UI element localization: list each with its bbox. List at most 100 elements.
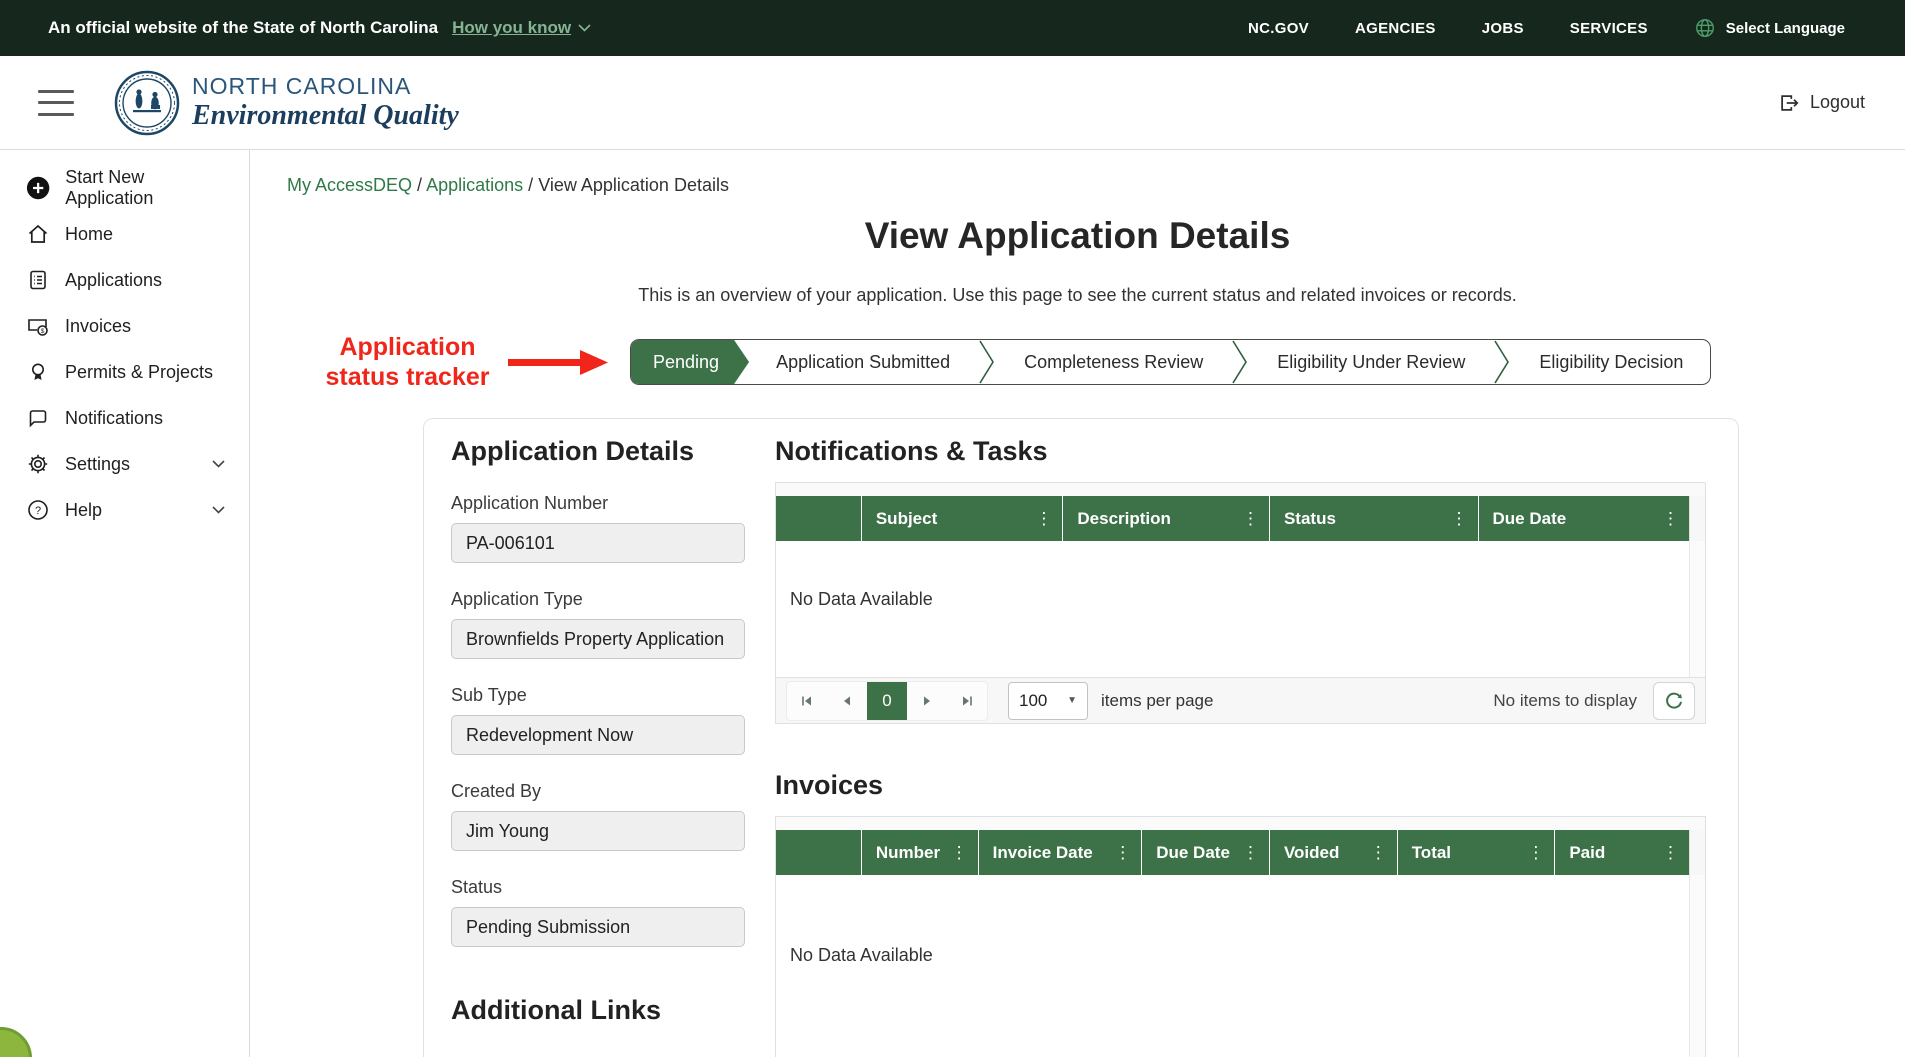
brand-line2: Environmental Quality: [192, 100, 459, 132]
application-type-field[interactable]: Brownfields Property Application: [451, 619, 745, 659]
scrollbar-track[interactable]: [1689, 875, 1705, 1057]
items-per-page-label: items per page: [1101, 691, 1213, 711]
column-header-paid[interactable]: Paid⋮: [1554, 830, 1689, 875]
column-label: Description: [1077, 509, 1171, 529]
column-label: Number: [876, 843, 940, 863]
applications-list-icon: [26, 268, 50, 292]
breadcrumb-applications[interactable]: Applications: [426, 175, 523, 195]
column-header-voided[interactable]: Voided⋮: [1269, 830, 1397, 875]
sidebar-item-applications[interactable]: Applications: [0, 257, 249, 303]
application-details-heading: Application Details: [451, 436, 745, 467]
menu-hamburger-icon[interactable]: [38, 90, 74, 116]
logout-icon: [1778, 92, 1800, 114]
nav-ncgov[interactable]: NC.GOV: [1248, 20, 1309, 37]
sidebar-item-help[interactable]: ? Help: [0, 487, 249, 533]
sidebar-item-label: Permits & Projects: [65, 362, 213, 383]
globe-icon: [1694, 17, 1716, 39]
sidebar-item-label: Settings: [65, 454, 197, 475]
next-page-button[interactable]: [907, 682, 947, 720]
chevron-separator-icon: [977, 340, 997, 384]
column-header-due-date[interactable]: Due Date⋮: [1141, 830, 1269, 875]
previous-page-button[interactable]: [827, 682, 867, 720]
invoices-grid-body: No Data Available: [776, 875, 1705, 1057]
grid-header-strip: [776, 817, 1705, 830]
first-page-button[interactable]: [787, 682, 827, 720]
utility-bar: An official website of the State of Nort…: [0, 0, 1905, 56]
select-language-button[interactable]: Select Language: [1694, 17, 1845, 39]
scrollbar-track[interactable]: [1689, 541, 1705, 677]
tracker-step-eligibility-decision: Eligibility Decision: [1512, 340, 1710, 384]
column-menu-icon[interactable]: ⋮: [1035, 510, 1052, 527]
award-ribbon-icon: [26, 360, 50, 384]
column-header-due-date[interactable]: Due Date⋮: [1478, 496, 1690, 541]
plus-circle-icon: [26, 175, 50, 201]
column-menu-icon[interactable]: ⋮: [1662, 510, 1679, 527]
created-by-field[interactable]: Jim Young: [451, 811, 745, 851]
sidebar-item-label: Invoices: [65, 316, 131, 337]
column-menu-icon[interactable]: ⋮: [1451, 510, 1468, 527]
column-header-status[interactable]: Status⋮: [1269, 496, 1478, 541]
utility-nav: NC.GOV AGENCIES JOBS SERVICES Select Lan…: [1248, 17, 1845, 39]
pager-status-text: No items to display: [1493, 691, 1637, 711]
sidebar-item-home[interactable]: Home: [0, 211, 249, 257]
column-menu-icon[interactable]: ⋮: [1114, 844, 1131, 861]
brand-logo[interactable]: NORTH CAROLINA Environmental Quality: [114, 70, 459, 136]
column-menu-icon[interactable]: ⋮: [951, 844, 968, 861]
sidebar-item-start-new-application[interactable]: Start New Application: [0, 165, 249, 211]
column-header-number[interactable]: Number ⋮: [861, 830, 978, 875]
page-size-dropdown[interactable]: 100 ▼: [1008, 682, 1088, 720]
sidebar-item-label: Help: [65, 500, 197, 521]
chevron-down-icon[interactable]: [212, 460, 225, 468]
column-menu-icon[interactable]: ⋮: [1370, 844, 1387, 861]
refresh-button[interactable]: [1653, 682, 1695, 720]
brand-line1: NORTH CAROLINA: [192, 73, 459, 100]
last-page-button[interactable]: [947, 682, 987, 720]
breadcrumb-current: View Application Details: [538, 175, 729, 195]
column-header-total[interactable]: Total ⋮: [1397, 830, 1555, 875]
application-number-field[interactable]: PA-006101: [451, 523, 745, 563]
sidebar-item-label: Start New Application: [65, 167, 225, 209]
breadcrumb-my-accessdeq[interactable]: My AccessDEQ: [287, 175, 412, 195]
annotation-arrow-icon: [508, 348, 608, 376]
column-menu-icon[interactable]: ⋮: [1242, 844, 1259, 861]
column-menu-icon[interactable]: ⋮: [1662, 844, 1679, 861]
breadcrumb-separator: /: [528, 175, 533, 195]
field-label: Sub Type: [451, 685, 745, 706]
field-application-number: Application Number PA-006101: [451, 493, 745, 563]
scrollbar-track[interactable]: [1689, 830, 1705, 875]
notifications-tasks-heading: Notifications & Tasks: [775, 436, 1706, 467]
column-header-select: [776, 496, 861, 541]
sub-type-field[interactable]: Redevelopment Now: [451, 715, 745, 755]
nav-services[interactable]: SERVICES: [1570, 20, 1648, 37]
status-field[interactable]: Pending Submission: [451, 907, 745, 947]
column-menu-icon[interactable]: ⋮: [1242, 510, 1259, 527]
column-menu-icon[interactable]: ⋮: [1527, 844, 1544, 861]
column-header-subject[interactable]: Subject⋮: [861, 496, 1063, 541]
current-page-indicator[interactable]: 0: [867, 682, 907, 720]
nc-state-seal-icon: [114, 70, 180, 136]
logout-button[interactable]: Logout: [1778, 92, 1865, 114]
sidebar-item-invoices[interactable]: $ Invoices: [0, 303, 249, 349]
notifications-grid: Subject⋮ Description⋮ Status⋮ Due Date⋮ …: [775, 482, 1706, 724]
sidebar-item-notifications[interactable]: Notifications: [0, 395, 249, 441]
application-details-panel: Application Details Application Number P…: [451, 419, 745, 1057]
annotation-line2: status tracker: [315, 362, 500, 392]
chevron-down-icon[interactable]: [212, 506, 225, 514]
column-label: Total: [1412, 843, 1451, 863]
page-title: View Application Details: [250, 215, 1905, 257]
nav-jobs[interactable]: JOBS: [1482, 20, 1524, 37]
tracker-step-pending: Pending: [631, 340, 749, 384]
nav-agencies[interactable]: AGENCIES: [1355, 20, 1436, 37]
column-header-description[interactable]: Description ⋮: [1062, 496, 1269, 541]
sidebar-item-permits-projects[interactable]: Permits & Projects: [0, 349, 249, 395]
sidebar-item-settings[interactable]: Settings: [0, 441, 249, 487]
scrollbar-track[interactable]: [1689, 496, 1705, 541]
no-data-text: No Data Available: [776, 875, 1689, 1057]
sidebar: Start New Application Home Applications …: [0, 150, 250, 1057]
how-you-know-link[interactable]: How you know: [452, 18, 591, 38]
notifications-pager: 0 100 ▼: [776, 677, 1705, 723]
invoices-grid: Number⋮ Invoice Date⋮ Due Date⋮ Voided⋮ …: [775, 816, 1706, 1057]
field-label: Application Type: [451, 589, 745, 610]
column-header-invoice-date[interactable]: Invoice Date ⋮: [978, 830, 1142, 875]
column-label: Invoice Date: [993, 843, 1093, 863]
